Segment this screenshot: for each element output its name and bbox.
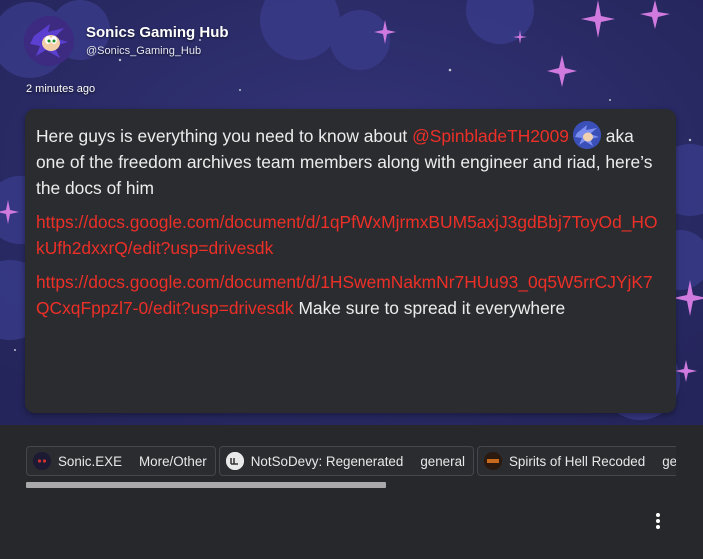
tag-spirits-of-hell[interactable]: Spirits of Hell Recoded general xyxy=(477,446,676,476)
spinblade-avatar-icon xyxy=(572,121,601,149)
author-avatar[interactable] xyxy=(24,16,74,66)
message-card: Here guys is everything you need to know… xyxy=(25,109,676,413)
tag-channel: general xyxy=(662,453,676,469)
more-options-button[interactable] xyxy=(648,511,668,531)
tags-scrollbar[interactable] xyxy=(26,482,386,488)
notsodevy-icon xyxy=(225,452,244,470)
tags-bar: Sonic.EXE More/Other NotSoDevy: Regenera… xyxy=(26,446,676,476)
post-header: Sonics Gaming Hub @Sonics_Gaming_Hub xyxy=(24,16,229,66)
message-paragraph-link2: https://docs.google.com/document/d/1HSwe… xyxy=(36,269,666,321)
mention-avatar[interactable] xyxy=(572,121,601,149)
spirits-of-hell-icon xyxy=(484,452,502,470)
profile-banner: Sonics Gaming Hub @Sonics_Gaming_Hub 2 m… xyxy=(0,0,703,425)
tag-name: Spirits of Hell Recoded xyxy=(509,453,646,469)
user-mention[interactable]: @SpinbladeTH2009 xyxy=(412,126,569,146)
post-timestamp: 2 minutes ago xyxy=(26,83,96,95)
more-vertical-icon xyxy=(656,513,660,529)
tag-sonic-exe[interactable]: Sonic.EXE More/Other xyxy=(26,446,216,476)
tag-channel: More/Other xyxy=(139,453,207,469)
message-outro-text: Make sure to spread it everywhere xyxy=(293,298,566,318)
message-intro-text: Here guys is everything you need to know… xyxy=(36,126,413,146)
message-paragraph-link1: https://docs.google.com/document/d/1qPfW… xyxy=(36,209,666,261)
sonic-avatar-icon xyxy=(24,16,74,66)
tag-notsodevy[interactable]: NotSoDevy: Regenerated general xyxy=(218,446,474,476)
tag-name: NotSoDevy: Regenerated xyxy=(250,453,404,469)
doc-link-1[interactable]: https://docs.google.com/document/d/1qPfW… xyxy=(36,212,658,258)
author-handle[interactable]: @Sonics_Gaming_Hub xyxy=(86,44,229,58)
tag-name: Sonic.EXE xyxy=(58,453,123,469)
sonic-exe-icon xyxy=(33,452,51,470)
tag-channel: general xyxy=(420,453,465,469)
message-paragraph-intro: Here guys is everything you need to know… xyxy=(36,121,666,201)
author-display-name[interactable]: Sonics Gaming Hub xyxy=(86,24,229,42)
